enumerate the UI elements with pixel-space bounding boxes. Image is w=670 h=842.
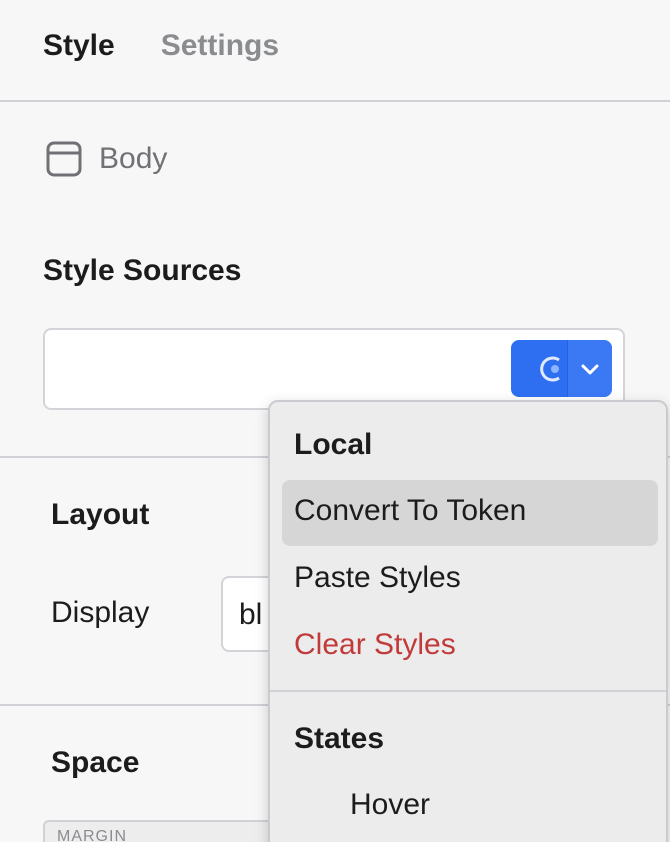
token-icon (540, 356, 560, 381)
dropdown-area[interactable] (567, 340, 612, 397)
selected-instance: Body (45, 140, 167, 178)
style-sources-title: Style Sources (43, 254, 242, 287)
style-source-menu: Local Convert To Token Paste Styles Clea… (268, 400, 668, 842)
display-label: Display (51, 596, 150, 629)
panel-tabs: Style Settings (0, 0, 670, 102)
tab-style[interactable]: Style (43, 28, 115, 64)
menu-heading-states: States (294, 722, 385, 755)
token-area (511, 340, 567, 397)
style-panel: Style Settings Body Style Sources Layout… (0, 0, 670, 842)
space-title: Space (51, 746, 140, 779)
menu-heading-local: Local (294, 428, 373, 461)
tab-settings[interactable]: Settings (161, 28, 279, 64)
menu-item-hover[interactable]: Hover (350, 788, 430, 822)
menu-item-convert-to-token[interactable]: Convert To Token (282, 480, 658, 546)
menu-item-clear-styles[interactable]: Clear Styles (282, 614, 658, 680)
selected-instance-label: Body (99, 142, 168, 175)
menu-divider (270, 690, 666, 692)
token-menu-button[interactable] (511, 340, 612, 397)
box-icon (46, 141, 82, 177)
margin-control[interactable]: MARGIN (43, 820, 303, 842)
menu-item-paste-styles[interactable]: Paste Styles (282, 547, 658, 613)
chevron-down-icon (581, 364, 599, 374)
layout-title: Layout (51, 498, 150, 531)
